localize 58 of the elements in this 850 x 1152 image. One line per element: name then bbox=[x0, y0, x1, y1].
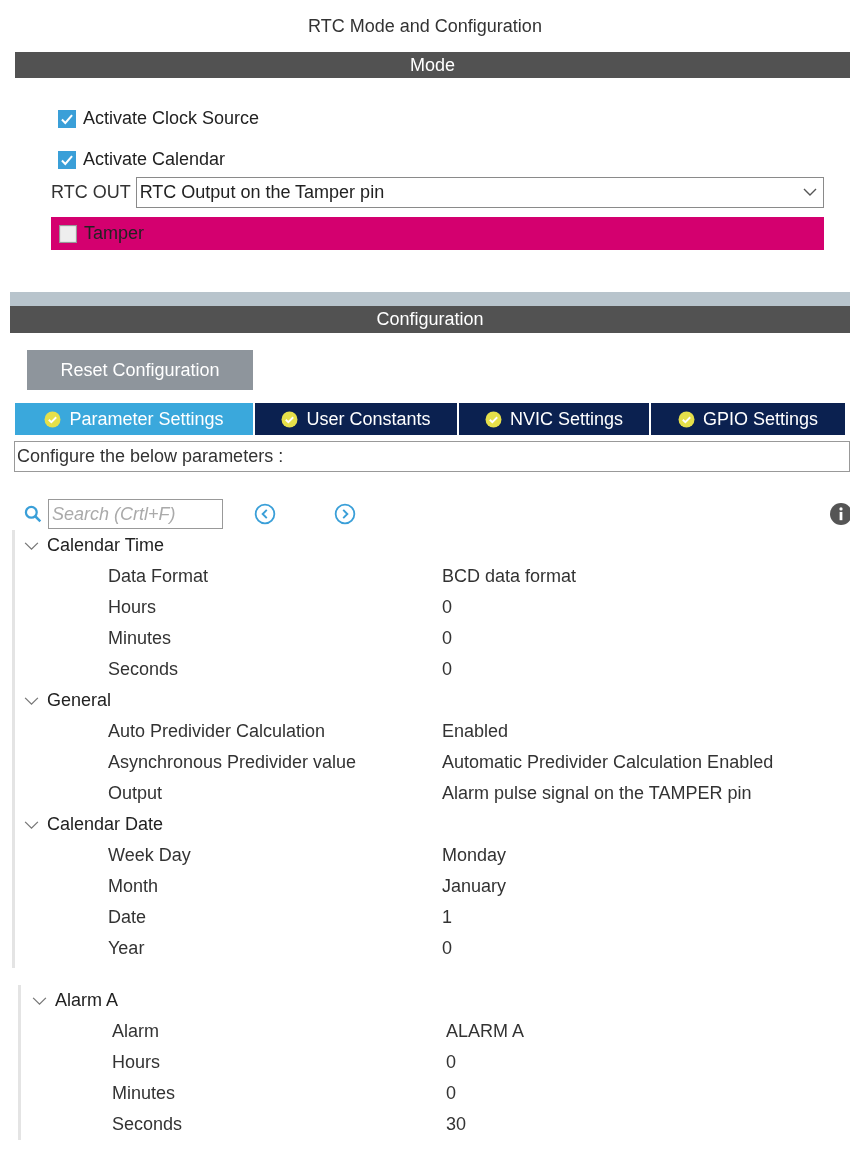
parameter-name: Asynchronous Predivider value bbox=[108, 751, 358, 774]
tab[interactable]: GPIO Settings bbox=[651, 403, 845, 435]
search-icon bbox=[24, 505, 42, 523]
checkbox-label: Activate Calendar bbox=[83, 148, 226, 171]
check-circle-icon bbox=[484, 410, 502, 428]
parameter-name: Auto Predivider Calculation bbox=[108, 720, 327, 743]
parameter-name: Minutes bbox=[112, 1082, 177, 1105]
parameter-value: 0 bbox=[442, 937, 452, 960]
group-label: Calendar Date bbox=[47, 813, 164, 836]
parameter-value: 0 bbox=[446, 1051, 456, 1074]
checkbox[interactable] bbox=[58, 109, 76, 128]
check-circle-icon bbox=[44, 410, 62, 428]
parameter-value: 0 bbox=[446, 1082, 456, 1105]
check-circle-icon bbox=[677, 410, 695, 428]
tab[interactable]: User Constants bbox=[255, 403, 457, 435]
parameter-value: Automatic Predivider Calculation Enabled bbox=[442, 751, 774, 774]
parameter-name: Seconds bbox=[112, 1113, 184, 1136]
group-label: General bbox=[47, 689, 112, 712]
parameter-value: Enabled bbox=[442, 720, 509, 743]
group-label: Calendar Time bbox=[47, 534, 165, 557]
checkbox[interactable] bbox=[59, 224, 77, 243]
parameter-value: 0 bbox=[442, 658, 452, 681]
dropdown[interactable]: RTC Output on the Tamper pin bbox=[135, 176, 824, 208]
parameter-value: Monday bbox=[442, 844, 507, 867]
info-icon bbox=[830, 503, 850, 525]
previous-icon[interactable] bbox=[254, 503, 276, 525]
parameter-name: Data Format bbox=[108, 565, 210, 588]
tab[interactable]: NVIC Settings bbox=[459, 403, 649, 435]
panel-title: RTC Mode and Configuration bbox=[307, 14, 543, 38]
parameter-name: Hours bbox=[112, 1051, 161, 1074]
next-icon[interactable] bbox=[334, 503, 356, 525]
parameter-value: January bbox=[442, 875, 507, 898]
search-field[interactable]: Search (Crtl+F) bbox=[48, 499, 223, 529]
parameter-name: Month bbox=[108, 875, 160, 898]
parameter-name: Date bbox=[108, 906, 148, 929]
parameter-value: Alarm pulse signal on the TAMPER pin bbox=[442, 782, 752, 805]
parameter-name: Seconds bbox=[108, 658, 180, 681]
checkbox-label: Activate Clock Source bbox=[83, 107, 260, 130]
parameter-value: 0 bbox=[442, 596, 452, 619]
parameter-value: 0 bbox=[442, 627, 452, 650]
description-field: Configure the below parameters : bbox=[14, 441, 850, 472]
parameter-name: Minutes bbox=[108, 627, 173, 650]
parameter-name: Hours bbox=[108, 596, 157, 619]
group-label: Alarm A bbox=[55, 989, 119, 1012]
section-header: Configuration bbox=[10, 306, 850, 333]
check-circle-icon bbox=[281, 410, 299, 428]
parameter-name: Alarm bbox=[112, 1020, 160, 1043]
parameter-value: 30 bbox=[446, 1113, 467, 1136]
parameter-name: Year bbox=[108, 937, 146, 960]
field-label: RTC OUT bbox=[51, 180, 131, 204]
parameter-name: Week Day bbox=[108, 844, 192, 867]
section-header: Mode bbox=[15, 52, 850, 78]
checkbox[interactable] bbox=[58, 150, 76, 169]
checkbox-label: Tamper bbox=[84, 222, 145, 245]
parameter-name: Output bbox=[108, 782, 164, 805]
parameter-value: 1 bbox=[442, 906, 452, 929]
parameter-value: ALARM A bbox=[446, 1020, 525, 1043]
parameter-value: BCD data format bbox=[442, 565, 577, 588]
